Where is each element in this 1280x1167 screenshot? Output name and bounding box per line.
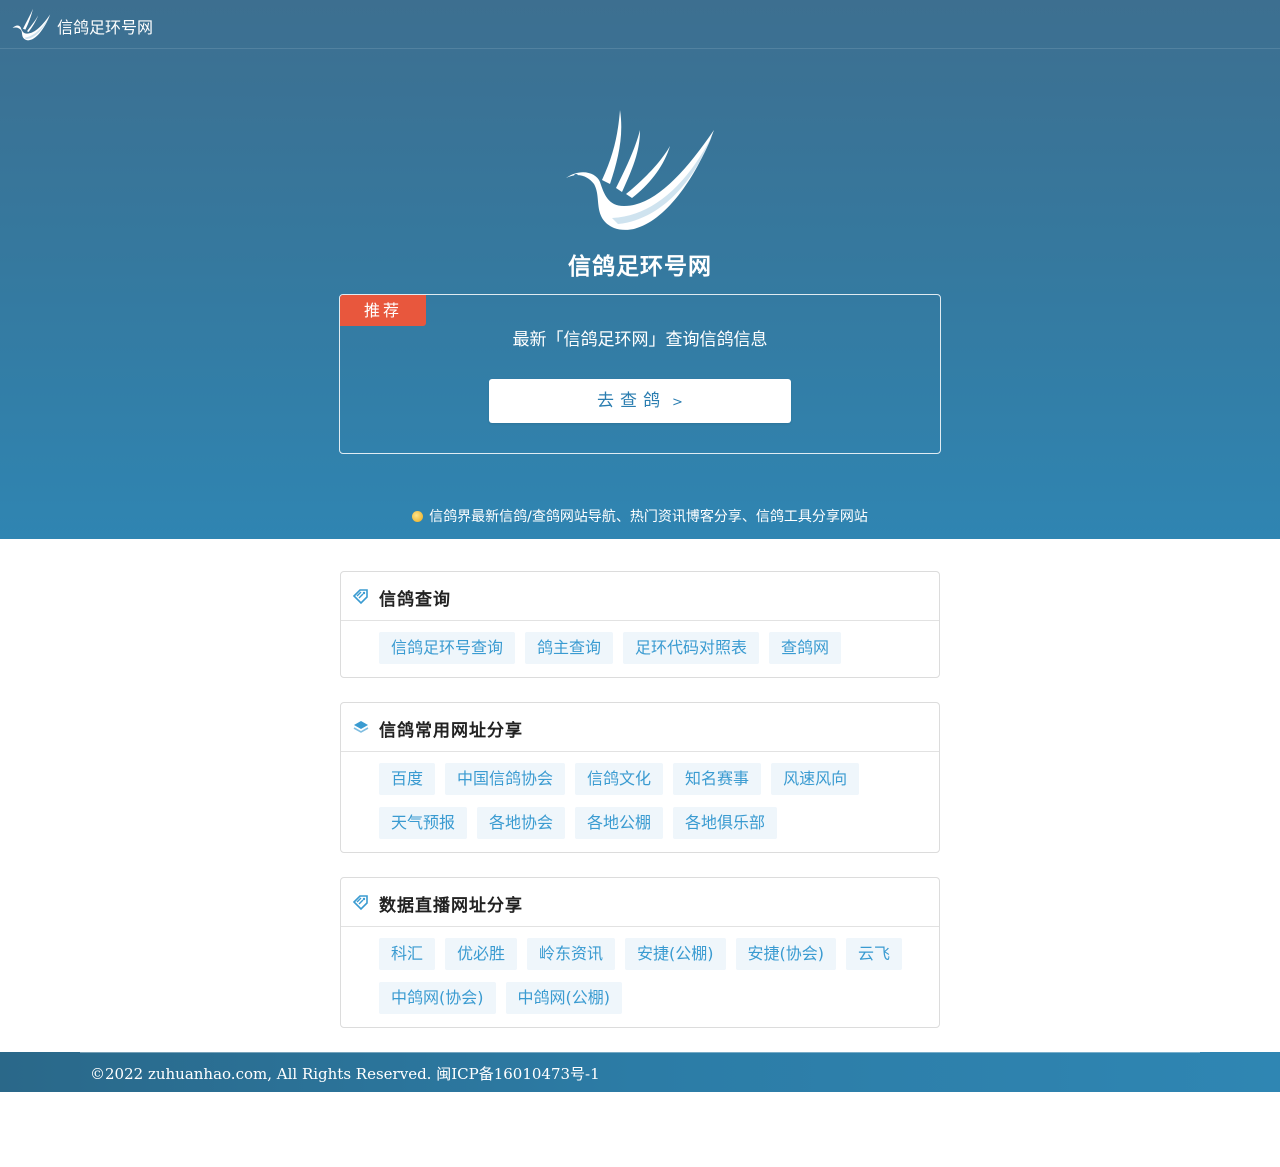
link-youbisheng[interactable]: 优必胜 [445,938,518,970]
link-weather[interactable]: 天气预报 [379,807,468,839]
hero-banner: 信鸽足环号网 信鸽足环号网 推荐 最新「信鸽足环网」查询信鸽信息 去查鸽 > 信鸽… [0,0,1280,539]
go-search-button[interactable]: 去查鸽 > [489,379,791,423]
section-header: 信鸽常用网址分享 [341,703,939,752]
link-local-clubs[interactable]: 各地俱乐部 [673,807,778,839]
hero-title: 信鸽足环号网 [568,253,712,280]
dove-icon [566,110,714,230]
section-links: 百度 中国信鸽协会 信鸽文化 知名赛事 风速风向天气预报 各地协会 各地公棚 各地俱乐部 [341,752,939,851]
tagline-text: 信鸽界最新信鸽/查鸽网站导航、热门资讯博客分享、信鸽工具分享网站 [429,509,868,525]
dove-icon[interactable] [11,8,51,42]
lightbulb-icon [412,511,424,522]
hero-tagline: 信鸽界最新信鸽/查鸽网站导航、热门资讯博客分享、信鸽工具分享网站 [0,506,1280,526]
link-kehui[interactable]: 科汇 [379,938,436,970]
section-links: 科汇 优必胜 岭东资讯 安捷(公棚) 安捷(协会) 云飞中鸽网(协会) 中鸽网(公棚) [341,927,939,1026]
link-wind[interactable]: 风速风向 [771,763,860,795]
recommend-panel: 推荐 最新「信鸽足环网」查询信鸽信息 去查鸽 > [339,294,941,454]
link-chage-net[interactable]: 查鸽网 [769,632,842,664]
chevron-right-icon: > [672,395,683,410]
tag-icon [352,895,368,911]
section-card-common-sites: 信鸽常用网址分享 百度 中国信鸽协会 信鸽文化 知名赛事 风速风向天气预报 各地协会 各地公… [340,702,940,853]
link-owner-query[interactable]: 鸽主查询 [525,632,614,664]
link-local-associations[interactable]: 各地协会 [477,807,566,839]
recommend-text: 最新「信鸽足环网」查询信鸽信息 [512,330,768,350]
footer: ©2022 zuhuanhao.com, All Rights Reserved… [0,1052,1280,1092]
tag-icon [352,589,368,605]
section-card-pigeon-query: 信鸽查询 信鸽足环号查询 鸽主查询 足环代码对照表 查鸽网 [340,571,940,678]
link-yunfei[interactable]: 云飞 [846,938,903,970]
link-ring-code-table[interactable]: 足环代码对照表 [623,632,760,664]
section-title: 信鸽常用网址分享 [379,721,523,741]
link-zhongge-association[interactable]: 中鸽网(协会) [379,982,496,1014]
link-anjie-loft[interactable]: 安捷(公棚) [625,938,726,970]
footer-copyright: ©2022 zuhuanhao.com, All Rights Reserved… [90,1065,600,1083]
link-pigeon-culture[interactable]: 信鸽文化 [575,763,664,795]
section-header: 信鸽查询 [341,572,939,621]
link-ring-number-query[interactable]: 信鸽足环号查询 [379,632,516,664]
footer-divider [80,1052,1200,1053]
layers-icon [353,721,369,733]
section-header: 数据直播网址分享 [341,878,939,927]
link-anjie-association[interactable]: 安捷(协会) [735,938,837,970]
link-baidu[interactable]: 百度 [379,763,436,795]
section-title: 数据直播网址分享 [379,896,523,916]
recommend-badge: 推荐 [340,295,426,326]
link-famous-races[interactable]: 知名赛事 [673,763,762,795]
link-local-lofts[interactable]: 各地公棚 [575,807,664,839]
section-title: 信鸽查询 [379,590,451,610]
section-links: 信鸽足环号查询 鸽主查询 足环代码对照表 查鸽网 [341,621,939,676]
top-nav-bar: 信鸽足环号网 [0,0,1280,49]
site-name[interactable]: 信鸽足环号网 [57,14,153,38]
link-cxga[interactable]: 中国信鸽协会 [445,763,566,795]
go-search-label: 去查鸽 [597,391,667,411]
link-lingdong[interactable]: 岭东资讯 [527,938,616,970]
link-zhongge-loft[interactable]: 中鸽网(公棚) [505,982,622,1014]
section-card-live-data: 数据直播网址分享 科汇 优必胜 岭东资讯 安捷(公棚) 安捷(协会) 云飞中鸽网(协会) 中… [340,877,940,1028]
